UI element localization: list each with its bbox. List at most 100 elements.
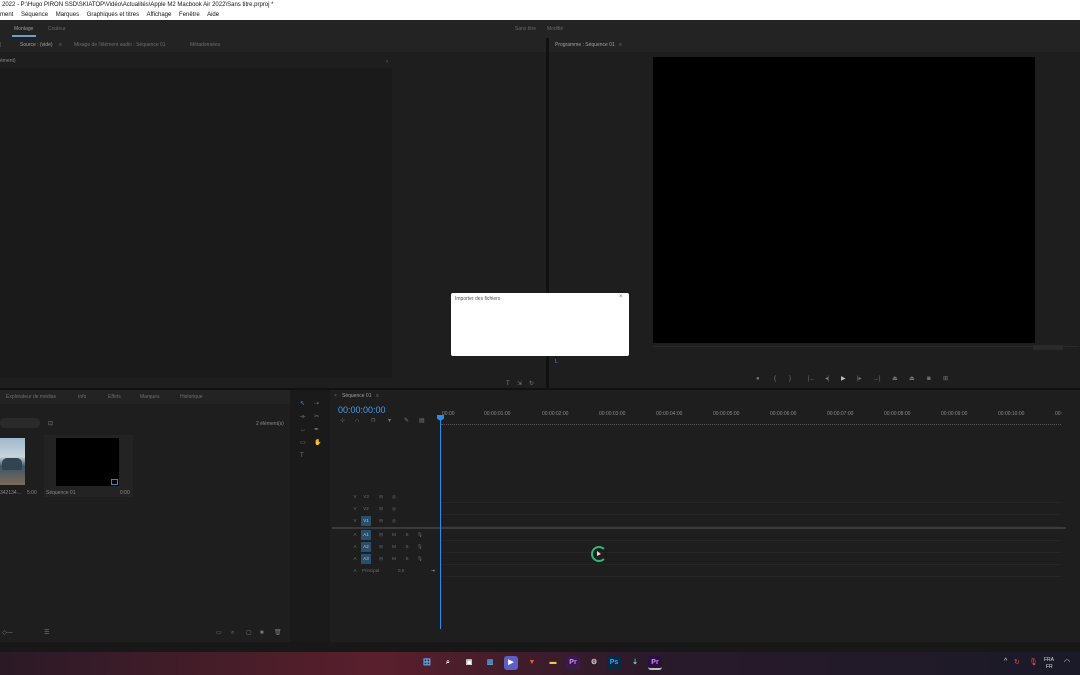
language-top[interactable]: FRA	[1044, 657, 1054, 663]
hand-tool-icon[interactable]: ✋	[314, 439, 321, 447]
premiere-pro-icon[interactable]: Pr	[566, 656, 580, 670]
timeline-ruler[interactable]	[441, 420, 1061, 425]
source-patch[interactable]: A	[350, 554, 360, 564]
sync-lock-icon[interactable]: ⊟	[376, 530, 386, 540]
project-search-input[interactable]	[0, 418, 40, 428]
master-toggle[interactable]: A	[350, 566, 360, 576]
track-label[interactable]: A2	[361, 542, 371, 552]
premiere-pro-active-icon[interactable]: Pr	[648, 656, 662, 670]
snap-icon[interactable]: ⊹	[340, 417, 345, 425]
brave-browser-icon[interactable]: ▼	[525, 656, 539, 670]
step-forward-icon[interactable]: |▸	[857, 375, 862, 383]
eye-icon[interactable]: ◎	[389, 516, 399, 526]
mute-button[interactable]: M	[389, 530, 399, 540]
source-patch[interactable]: V	[350, 516, 360, 526]
menu-item-view[interactable]: Affichage	[146, 12, 171, 18]
sync-lock-icon[interactable]: ⊟	[376, 542, 386, 552]
master-value[interactable]: 0,0	[398, 565, 404, 577]
extract-icon[interactable]: ⏏	[909, 375, 915, 383]
tab-metadata[interactable]: Métadonnées	[190, 38, 220, 52]
go-to-out-icon[interactable]: →|	[873, 375, 881, 383]
sync-lock-icon[interactable]: ⊟	[376, 492, 386, 502]
link-icon[interactable]: ∩	[355, 417, 359, 425]
slip-tool-icon[interactable]: ↔	[300, 426, 306, 434]
tab-markers[interactable]: Marques	[140, 390, 159, 404]
menu-item-graphics[interactable]: Graphiques et titres	[87, 12, 139, 18]
wrench-icon[interactable]: ✎	[404, 417, 409, 425]
new-folder-icon[interactable]: ▢	[246, 629, 252, 637]
tab-effects[interactable]: Effets	[108, 390, 121, 404]
microphone-icon[interactable]: 🎙	[415, 530, 425, 540]
track-label[interactable]: V3	[361, 492, 371, 502]
search-icon[interactable]: ⌕	[441, 656, 455, 670]
sequence-thumbnail[interactable]	[56, 438, 119, 486]
mark-in-icon[interactable]: {	[774, 375, 776, 383]
ripple-edit-icon[interactable]: ⟛	[300, 413, 305, 421]
tab-program[interactable]: Programme : Séquence 01	[555, 38, 615, 52]
tray-chevron-icon[interactable]: ^	[1004, 658, 1007, 665]
sync-lock-icon[interactable]: ⊟	[376, 554, 386, 564]
play-icon[interactable]: ▶	[841, 375, 846, 383]
text-icon[interactable]: T	[506, 380, 510, 388]
photoshop-icon[interactable]: Ps	[607, 656, 621, 670]
panel-menu-icon[interactable]: ›	[386, 58, 388, 66]
trash-icon[interactable]: 🗑	[274, 629, 282, 637]
sync-lock-icon[interactable]: ⊟	[376, 516, 386, 526]
tab-media-browser[interactable]: Explorateur de médias	[6, 390, 56, 404]
windows-start-icon[interactable]: ⊞	[420, 656, 434, 670]
menu-item-help[interactable]: Aide	[207, 12, 219, 18]
razor-icon[interactable]: ✂	[314, 413, 319, 421]
captions-icon[interactable]: ▤	[419, 417, 425, 425]
track-lane-a3[interactable]	[441, 553, 1061, 565]
tray-refresh-icon[interactable]: ↻	[1014, 658, 1020, 666]
go-to-end-icon[interactable]: ⇥	[431, 565, 435, 577]
add-marker-icon[interactable]: ▾	[388, 417, 391, 425]
file-explorer-icon[interactable]: ▬	[546, 656, 560, 670]
find-icon[interactable]: ⌕	[231, 629, 234, 637]
camera-icon[interactable]: ◙	[927, 375, 931, 383]
widgets-icon[interactable]: ▥	[483, 656, 497, 670]
mute-button[interactable]: M	[389, 542, 399, 552]
mark-out-icon[interactable]: }	[789, 375, 791, 383]
solo-button[interactable]: S	[402, 530, 412, 540]
microphone-icon[interactable]: 🎙	[415, 542, 425, 552]
source-patch[interactable]: V	[350, 492, 360, 502]
wifi-icon[interactable]: ◠	[1064, 658, 1070, 666]
track-lane-master[interactable]	[441, 565, 1061, 577]
dialog-close-icon[interactable]: ×	[619, 294, 623, 300]
settings-gear-icon[interactable]: ⚙	[587, 656, 601, 670]
workspace-tab-color[interactable]: Couleur	[48, 20, 66, 38]
tray-mic-icon[interactable]: 🎙	[1029, 658, 1038, 666]
track-lane-v2[interactable]	[441, 503, 1061, 515]
tab-history[interactable]: Historique	[180, 390, 203, 404]
solo-button[interactable]: S	[402, 554, 412, 564]
tab-close-icon[interactable]: ≡	[59, 38, 62, 52]
source-patch[interactable]: A	[350, 542, 360, 552]
marker-icon[interactable]: ●	[756, 375, 760, 383]
tab-source[interactable]: Source : (vide)	[20, 38, 53, 52]
track-lane-v1[interactable]	[441, 515, 1061, 527]
track-select-icon[interactable]: ⇢	[314, 400, 319, 408]
program-tab-menu-icon[interactable]: ≡	[619, 38, 622, 52]
playhead[interactable]	[440, 417, 441, 629]
language-bottom[interactable]: FR	[1046, 664, 1053, 670]
sort-icon[interactable]: ☰	[44, 629, 49, 637]
clip-thumbnail[interactable]	[0, 438, 25, 485]
eye-icon[interactable]: ◎	[389, 492, 399, 502]
track-label[interactable]: V1	[361, 516, 371, 526]
new-bin-icon[interactable]: ⊡	[48, 420, 53, 428]
track-lane-v3[interactable]	[441, 491, 1061, 503]
timeline-tab-menu-icon[interactable]: ≡	[376, 390, 379, 402]
task-view-icon[interactable]: ▣	[462, 656, 476, 670]
import-dialog[interactable]: Importer des fichiers ×	[451, 293, 629, 356]
menu-item-window[interactable]: Fenêtre	[179, 12, 200, 18]
track-lane-a1[interactable]	[441, 529, 1061, 541]
app-icon[interactable]: ⇣	[628, 656, 642, 670]
new-item-icon[interactable]: ■	[260, 629, 264, 637]
source-patch[interactable]: A	[350, 530, 360, 540]
selection-tool-icon[interactable]: ↖	[300, 400, 305, 408]
insert-icon[interactable]: ⊓	[371, 417, 376, 425]
track-label[interactable]: A3	[361, 554, 371, 564]
tab-audio-mixer[interactable]: Mixage de l'élément audio : Séquence 01	[74, 38, 166, 52]
pen-tool-icon[interactable]: ✒	[314, 426, 319, 434]
